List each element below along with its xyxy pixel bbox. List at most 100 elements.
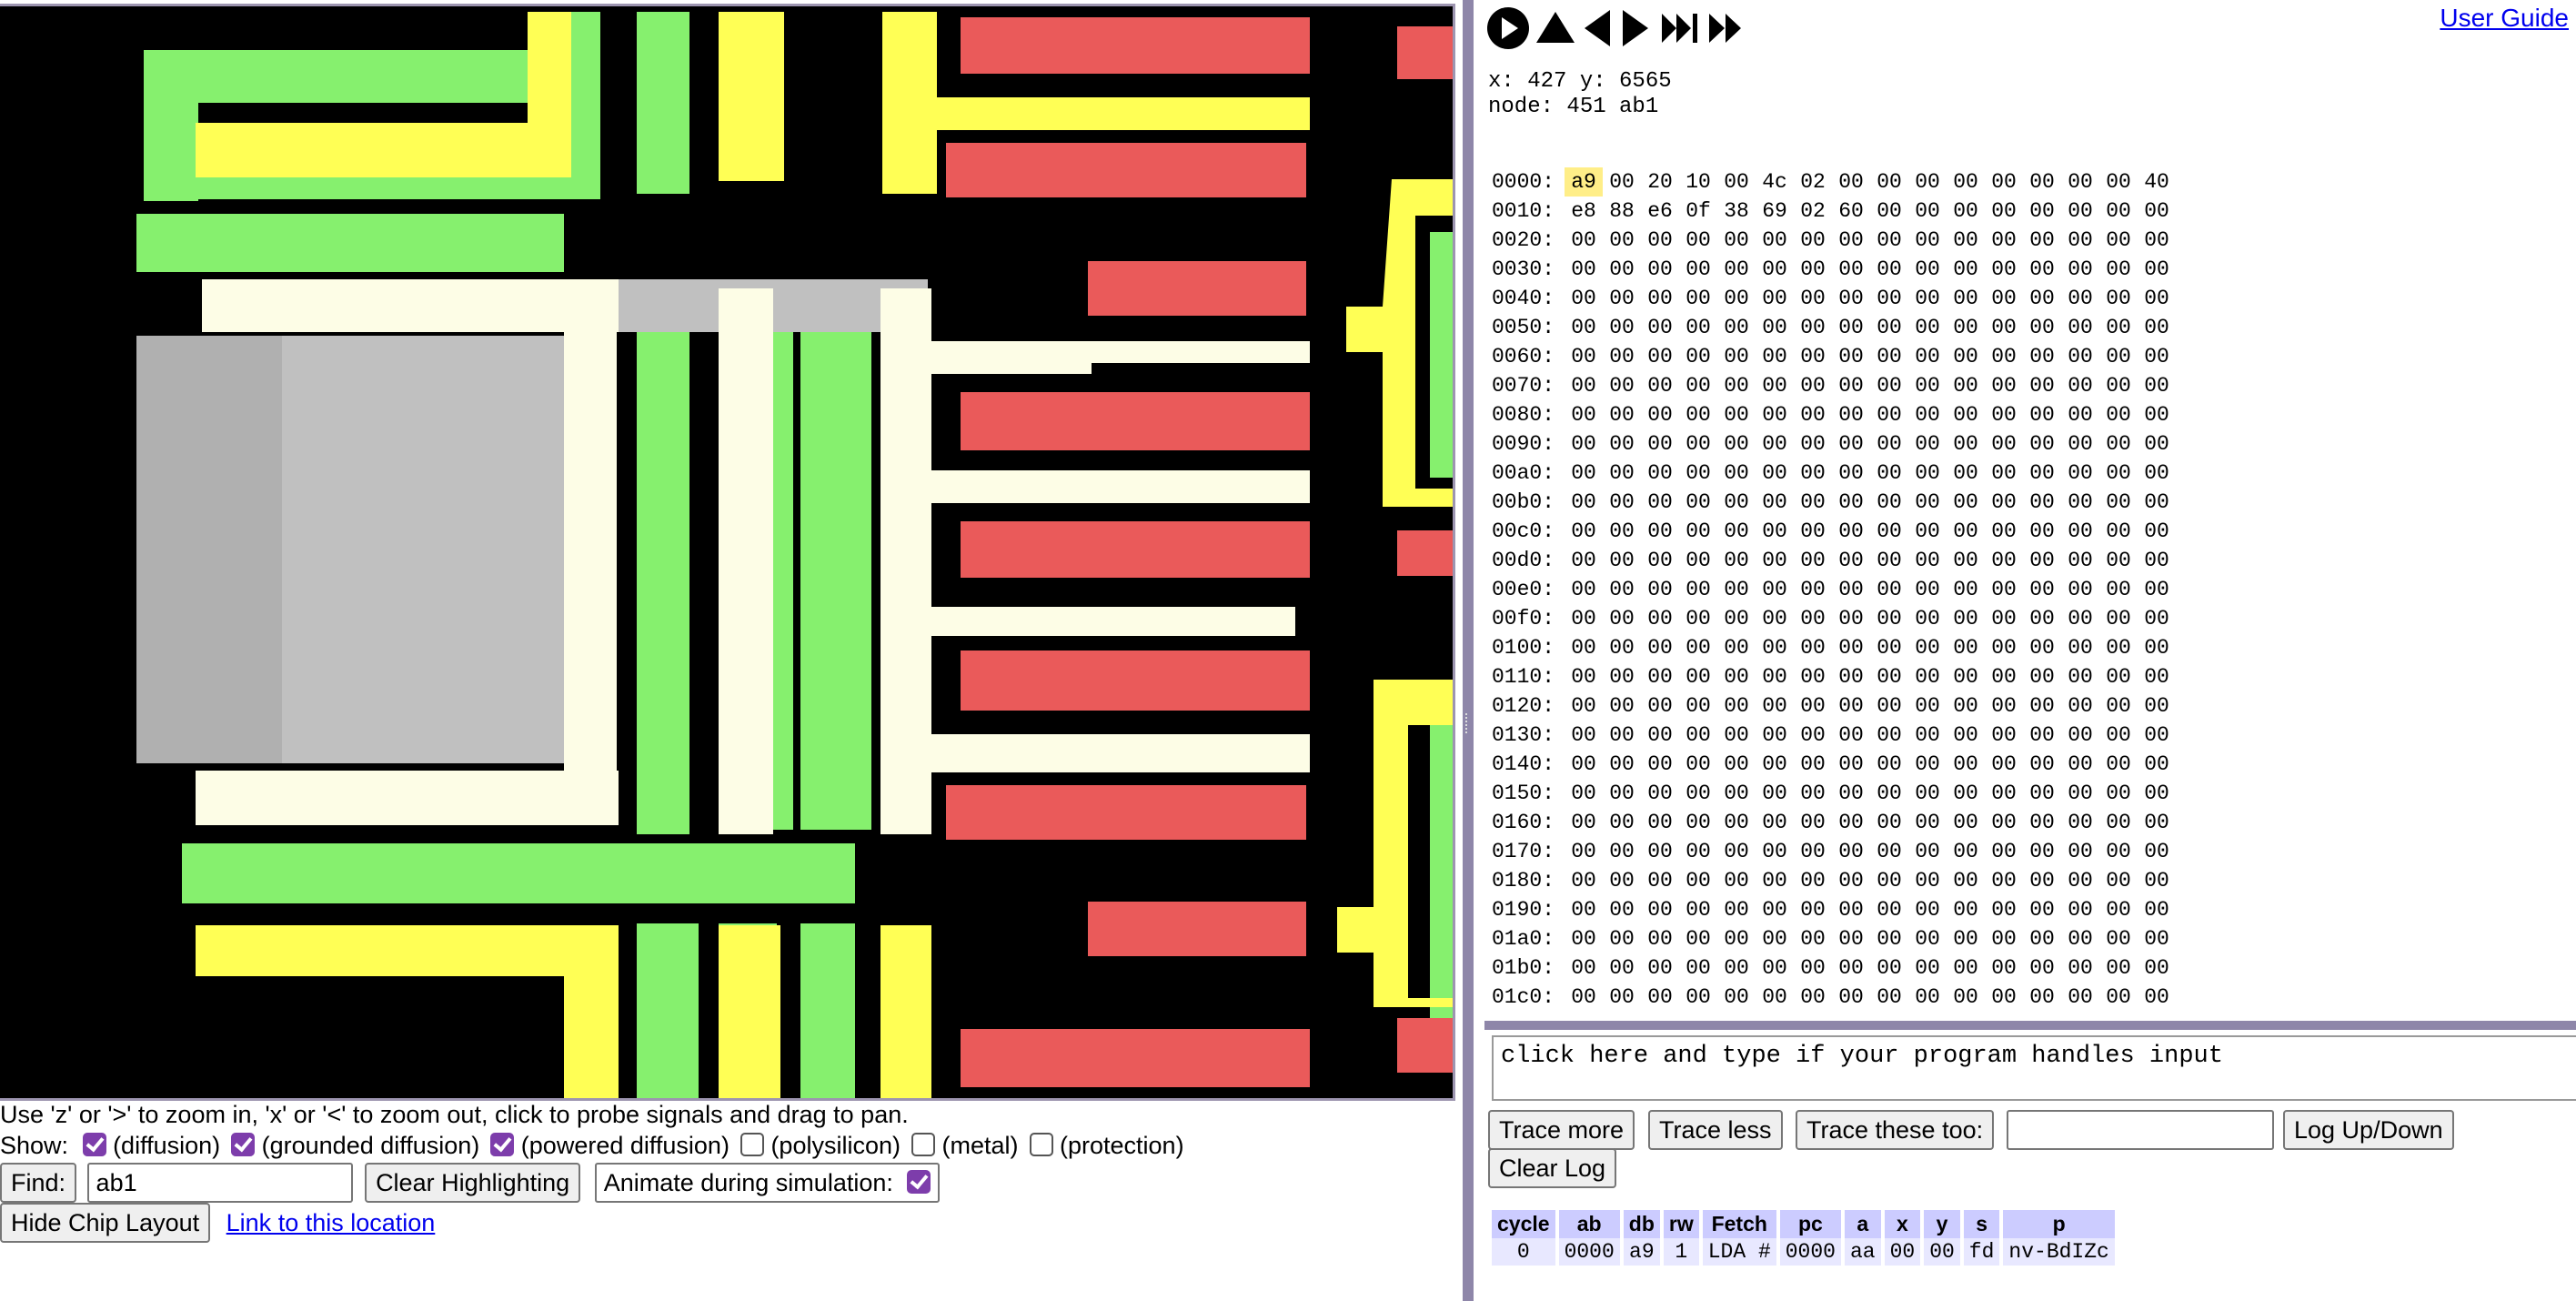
memory-byte[interactable]: 00 bbox=[1794, 837, 1832, 866]
layer-toggle[interactable]: (diffusion) bbox=[82, 1132, 220, 1159]
memory-byte[interactable]: 00 bbox=[1756, 575, 1794, 604]
memory-byte[interactable]: 00 bbox=[1908, 284, 1947, 313]
memory-byte[interactable]: 4c bbox=[1756, 167, 1794, 197]
memory-byte[interactable]: 00 bbox=[1641, 953, 1679, 983]
memory-byte[interactable]: 00 bbox=[2099, 488, 2138, 517]
memory-byte[interactable]: 00 bbox=[1832, 342, 1870, 371]
memory-byte[interactable]: 00 bbox=[1794, 808, 1832, 837]
memory-byte[interactable]: 00 bbox=[2138, 924, 2176, 953]
memory-byte[interactable]: 00 bbox=[2099, 604, 2138, 633]
memory-byte[interactable]: 88 bbox=[1603, 197, 1641, 226]
memory-byte[interactable]: 00 bbox=[1679, 721, 1717, 750]
memory-byte[interactable]: 00 bbox=[1947, 808, 1985, 837]
console-input[interactable]: click here and type if your program hand… bbox=[1492, 1035, 2576, 1101]
memory-byte[interactable]: 00 bbox=[1679, 342, 1717, 371]
memory-byte[interactable]: 00 bbox=[1603, 255, 1641, 284]
memory-byte[interactable]: 00 bbox=[2061, 953, 2099, 983]
memory-byte[interactable]: 00 bbox=[2138, 284, 2176, 313]
skip-to-end-icon[interactable] bbox=[1658, 8, 1702, 53]
memory-byte[interactable]: 00 bbox=[1794, 226, 1832, 255]
memory-byte[interactable]: 00 bbox=[2138, 488, 2176, 517]
memory-byte[interactable]: 00 bbox=[1641, 342, 1679, 371]
memory-byte[interactable]: 00 bbox=[1717, 575, 1756, 604]
layer-toggle[interactable]: (protection) bbox=[1029, 1132, 1184, 1159]
memory-byte[interactable]: 00 bbox=[1947, 429, 1985, 459]
memory-byte[interactable]: 00 bbox=[1985, 721, 2023, 750]
memory-byte[interactable]: 00 bbox=[2061, 575, 2099, 604]
memory-byte[interactable]: 00 bbox=[1679, 371, 1717, 400]
memory-byte[interactable]: 00 bbox=[1603, 488, 1641, 517]
memory-byte[interactable]: 00 bbox=[1870, 429, 1908, 459]
memory-byte[interactable]: 00 bbox=[1947, 633, 1985, 662]
memory-byte[interactable]: 00 bbox=[2061, 197, 2099, 226]
memory-table[interactable]: 0000: a9 00 20 10 00 4c 02 00 00 00 00 00 00 00 00 40 001… bbox=[1484, 167, 2576, 1023]
memory-byte[interactable]: 00 bbox=[1832, 750, 1870, 779]
memory-byte[interactable]: 00 bbox=[2099, 400, 2138, 429]
memory-byte[interactable]: 00 bbox=[1947, 983, 1985, 1012]
memory-byte[interactable]: 00 bbox=[2023, 575, 2061, 604]
memory-byte[interactable]: 00 bbox=[2023, 546, 2061, 575]
memory-byte[interactable]: 00 bbox=[2061, 400, 2099, 429]
memory-byte[interactable]: 00 bbox=[1870, 226, 1908, 255]
memory-byte[interactable]: 00 bbox=[1794, 575, 1832, 604]
memory-byte[interactable]: 00 bbox=[1756, 342, 1794, 371]
memory-byte[interactable]: 00 bbox=[1641, 488, 1679, 517]
memory-byte[interactable]: 00 bbox=[1832, 575, 1870, 604]
clear-highlighting-button[interactable]: Clear Highlighting bbox=[365, 1163, 581, 1203]
memory-byte[interactable]: 00 bbox=[1908, 488, 1947, 517]
memory-byte[interactable]: 00 bbox=[1641, 313, 1679, 342]
memory-byte[interactable]: 00 bbox=[1832, 895, 1870, 924]
memory-byte[interactable]: 00 bbox=[1794, 255, 1832, 284]
memory-byte[interactable]: 00 bbox=[1947, 721, 1985, 750]
memory-byte[interactable]: 00 bbox=[2138, 604, 2176, 633]
memory-byte[interactable]: 00 bbox=[2099, 924, 2138, 953]
memory-byte[interactable]: 00 bbox=[2023, 633, 2061, 662]
memory-byte[interactable]: 00 bbox=[1870, 779, 1908, 808]
memory-byte[interactable]: 00 bbox=[1985, 517, 2023, 546]
memory-byte[interactable]: 00 bbox=[1565, 983, 1603, 1012]
memory-byte[interactable]: 00 bbox=[1603, 837, 1641, 866]
memory-byte[interactable]: 00 bbox=[1985, 691, 2023, 721]
memory-byte[interactable]: 00 bbox=[2099, 808, 2138, 837]
memory-byte[interactable]: 00 bbox=[1908, 197, 1947, 226]
memory-byte[interactable]: 00 bbox=[2023, 167, 2061, 197]
memory-byte[interactable]: 00 bbox=[1717, 779, 1756, 808]
memory-byte[interactable]: 00 bbox=[1679, 895, 1717, 924]
memory-byte[interactable]: 00 bbox=[1756, 488, 1794, 517]
memory-byte[interactable]: 00 bbox=[1832, 866, 1870, 895]
layer-checkbox[interactable] bbox=[1029, 1133, 1053, 1156]
memory-byte[interactable]: 00 bbox=[1717, 459, 1756, 488]
memory-byte[interactable]: 00 bbox=[1603, 866, 1641, 895]
memory-byte[interactable]: 00 bbox=[1870, 691, 1908, 721]
memory-byte[interactable]: 00 bbox=[1832, 284, 1870, 313]
memory-byte[interactable]: 00 bbox=[1985, 895, 2023, 924]
memory-byte[interactable]: 00 bbox=[2061, 488, 2099, 517]
memory-byte[interactable]: 00 bbox=[1985, 284, 2023, 313]
memory-byte[interactable]: 00 bbox=[1985, 546, 2023, 575]
memory-byte[interactable]: 00 bbox=[1679, 808, 1717, 837]
memory-byte[interactable]: 40 bbox=[2138, 167, 2176, 197]
memory-byte[interactable]: 00 bbox=[1641, 517, 1679, 546]
memory-byte[interactable]: 00 bbox=[1870, 604, 1908, 633]
memory-byte[interactable]: 00 bbox=[2023, 779, 2061, 808]
memory-byte[interactable]: 00 bbox=[1794, 371, 1832, 400]
memory-byte[interactable]: 00 bbox=[1908, 953, 1947, 983]
memory-byte[interactable]: 00 bbox=[1717, 342, 1756, 371]
memory-byte[interactable]: 00 bbox=[1641, 546, 1679, 575]
memory-byte[interactable]: 00 bbox=[1985, 779, 2023, 808]
memory-byte[interactable]: 00 bbox=[1641, 691, 1679, 721]
memory-byte[interactable]: 00 bbox=[2061, 779, 2099, 808]
memory-byte[interactable]: 00 bbox=[1756, 400, 1794, 429]
step-up-icon[interactable] bbox=[1535, 8, 1576, 53]
memory-byte[interactable]: 00 bbox=[2099, 255, 2138, 284]
memory-byte[interactable]: 00 bbox=[1794, 429, 1832, 459]
memory-byte[interactable]: 00 bbox=[2061, 750, 2099, 779]
memory-byte[interactable]: 00 bbox=[1603, 662, 1641, 691]
memory-byte[interactable]: 00 bbox=[1870, 167, 1908, 197]
memory-byte[interactable]: 00 bbox=[1908, 400, 1947, 429]
play-icon[interactable] bbox=[1485, 5, 1531, 55]
memory-byte[interactable]: 00 bbox=[1756, 837, 1794, 866]
memory-byte[interactable]: 00 bbox=[1679, 313, 1717, 342]
memory-byte[interactable]: 00 bbox=[1679, 400, 1717, 429]
memory-byte[interactable]: 00 bbox=[1603, 779, 1641, 808]
